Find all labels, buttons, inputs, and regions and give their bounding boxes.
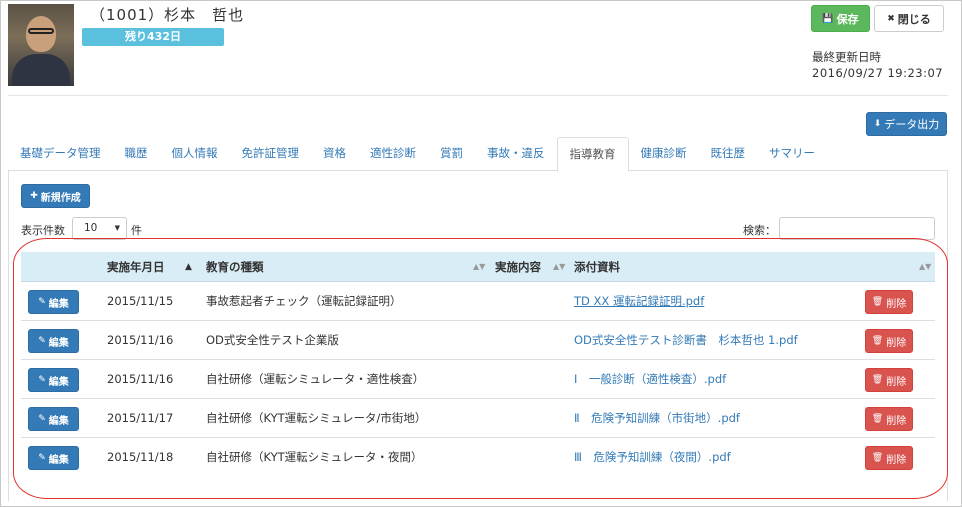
edit-button[interactable]: ✎ 編集 bbox=[28, 407, 79, 431]
attachment-link[interactable]: Ⅱ 危険予知訓練（市街地）.pdf bbox=[574, 399, 740, 438]
close-label: 閉じる bbox=[897, 12, 931, 26]
page-length-value: 10 bbox=[84, 222, 98, 234]
save-label: 保存 bbox=[836, 12, 859, 26]
tab-health-checkup[interactable]: 健康診断 bbox=[629, 137, 699, 170]
tab-accidents[interactable]: 事故・違反 bbox=[475, 137, 557, 170]
table-header: 実施年月日 ▲ 教育の種類 ▲▼ 実施内容 ▲▼ 添付資料 ▲▼ bbox=[21, 252, 935, 282]
row-type: 自社研修（KYT運転シミュレータ/市街地） bbox=[206, 411, 427, 425]
close-icon: ✖ bbox=[887, 13, 895, 24]
delete-label: 削除 bbox=[886, 337, 907, 349]
last-updated-label: 最終更新日時 bbox=[812, 50, 881, 64]
education-table: 実施年月日 ▲ 教育の種類 ▲▼ 実施内容 ▲▼ 添付資料 ▲▼ ✎ 編集 201… bbox=[21, 252, 935, 477]
attachment-link[interactable]: OD式安全性テスト診断書 杉本哲也 1.pdf bbox=[574, 321, 798, 360]
save-button[interactable]: 💾 保存 bbox=[811, 5, 870, 32]
row-date: 2015/11/18 bbox=[107, 450, 174, 464]
employee-name: （1001）杉本 哲也 bbox=[90, 6, 245, 24]
tab-bar: 基礎データ管理 職歴 個人情報 免許証管理 資格 適性診断 賞罰 事故・違反 指… bbox=[8, 137, 948, 172]
sort-asc-icon[interactable]: ▲ bbox=[185, 252, 192, 282]
edit-button[interactable]: ✎ 編集 bbox=[28, 329, 79, 353]
divider bbox=[8, 95, 948, 96]
tab-work-history[interactable]: 職歴 bbox=[113, 137, 160, 170]
new-label: 新規作成 bbox=[40, 192, 81, 204]
table-row: ✎ 編集 2015/11/18 自社研修（KYT運転シミュレータ・夜間） Ⅲ 危険… bbox=[21, 438, 935, 477]
attachment-link[interactable]: Ⅲ 危険予知訓練（夜間）.pdf bbox=[574, 438, 731, 477]
trash-icon: 🗑 bbox=[871, 336, 884, 346]
close-button[interactable]: ✖ 閉じる bbox=[874, 5, 944, 32]
save-icon: 💾 bbox=[822, 13, 834, 24]
tab-medical-history[interactable]: 既往歴 bbox=[699, 137, 758, 170]
tab-aptitude[interactable]: 適性診断 bbox=[358, 137, 428, 170]
trash-icon: 🗑 bbox=[871, 375, 884, 385]
edit-label: 編集 bbox=[48, 454, 69, 466]
attachment-link[interactable]: TD XX 運転記録証明.pdf bbox=[574, 282, 704, 321]
edit-button[interactable]: ✎ 編集 bbox=[28, 290, 79, 314]
table-row: ✎ 編集 2015/11/17 自社研修（KYT運転シミュレータ/市街地） Ⅱ 危… bbox=[21, 399, 935, 438]
delete-label: 削除 bbox=[886, 298, 907, 310]
trash-icon: 🗑 bbox=[871, 414, 884, 424]
sort-icon[interactable]: ▲▼ bbox=[473, 252, 485, 282]
row-type: 自社研修（運転シミュレータ・適性検査） bbox=[206, 372, 425, 386]
row-date: 2015/11/15 bbox=[107, 294, 174, 308]
tab-personal-info[interactable]: 個人情報 bbox=[160, 137, 230, 170]
row-type: 自社研修（KYT運転シミュレータ・夜間） bbox=[206, 450, 423, 464]
table-row: ✎ 編集 2015/11/15 事故惹起者チェック（運転記録証明） TD XX 運… bbox=[21, 282, 935, 321]
sort-icon[interactable]: ▲▼ bbox=[919, 252, 931, 282]
edit-label: 編集 bbox=[48, 298, 69, 310]
plus-icon: ✚ bbox=[30, 191, 38, 201]
delete-label: 削除 bbox=[886, 376, 907, 388]
edit-label: 編集 bbox=[48, 376, 69, 388]
delete-button[interactable]: 🗑 削除 bbox=[865, 368, 913, 392]
export-button[interactable]: ⬇ データ出力 bbox=[866, 112, 947, 136]
edit-icon: ✎ bbox=[38, 453, 46, 463]
delete-button[interactable]: 🗑 削除 bbox=[865, 329, 913, 353]
tab-qualifications[interactable]: 資格 bbox=[311, 137, 358, 170]
col-date[interactable]: 実施年月日 bbox=[107, 252, 165, 282]
search-label: 検索： bbox=[743, 224, 776, 237]
page-length-unit: 件 bbox=[131, 224, 142, 237]
tab-guidance-education[interactable]: 指導教育 bbox=[556, 137, 629, 172]
col-type[interactable]: 教育の種類 bbox=[206, 252, 264, 282]
edit-label: 編集 bbox=[48, 415, 69, 427]
last-updated-value: 2016/09/27 19:23:07 bbox=[812, 66, 944, 80]
page-length-select[interactable]: 10 ▼ bbox=[72, 217, 127, 240]
tab-license[interactable]: 免許証管理 bbox=[230, 137, 312, 170]
export-label: データ出力 bbox=[884, 118, 940, 131]
row-date: 2015/11/17 bbox=[107, 411, 174, 425]
new-button[interactable]: ✚ 新規作成 bbox=[21, 184, 90, 208]
col-content[interactable]: 実施内容 bbox=[495, 252, 541, 282]
row-type: 事故惹起者チェック（運転記録証明） bbox=[206, 294, 402, 308]
delete-button[interactable]: 🗑 削除 bbox=[865, 290, 913, 314]
attachment-link[interactable]: Ⅰ 一般診断（適性検査）.pdf bbox=[574, 360, 726, 399]
sort-icon[interactable]: ▲▼ bbox=[553, 252, 565, 282]
table-row: ✎ 編集 2015/11/16 OD式安全性テスト企業版 OD式安全性テスト診断書… bbox=[21, 321, 935, 360]
edit-icon: ✎ bbox=[38, 375, 46, 385]
edit-button[interactable]: ✎ 編集 bbox=[28, 446, 79, 470]
delete-label: 削除 bbox=[886, 415, 907, 427]
caret-down-icon: ▼ bbox=[114, 224, 120, 232]
delete-label: 削除 bbox=[886, 454, 907, 466]
tab-summary[interactable]: サマリー bbox=[757, 137, 827, 170]
delete-button[interactable]: 🗑 削除 bbox=[865, 407, 913, 431]
tab-rewards-penalties[interactable]: 賞罰 bbox=[428, 137, 475, 170]
tab-basic-data[interactable]: 基礎データ管理 bbox=[8, 137, 113, 170]
row-date: 2015/11/16 bbox=[107, 333, 174, 347]
row-type: OD式安全性テスト企業版 bbox=[206, 333, 339, 347]
page-length-label: 表示件数 bbox=[21, 224, 65, 237]
download-icon: ⬇ bbox=[873, 119, 882, 129]
col-attachment[interactable]: 添付資料 bbox=[574, 252, 620, 282]
table-row: ✎ 編集 2015/11/16 自社研修（運転シミュレータ・適性検査） Ⅰ 一般診… bbox=[21, 360, 935, 399]
trash-icon: 🗑 bbox=[871, 453, 884, 463]
trash-icon: 🗑 bbox=[871, 297, 884, 307]
edit-button[interactable]: ✎ 編集 bbox=[28, 368, 79, 392]
avatar bbox=[8, 4, 74, 86]
remaining-days-badge: 残り432日 bbox=[82, 28, 224, 46]
search-input[interactable] bbox=[779, 217, 935, 240]
row-date: 2015/11/16 bbox=[107, 372, 174, 386]
edit-label: 編集 bbox=[48, 337, 69, 349]
delete-button[interactable]: 🗑 削除 bbox=[865, 446, 913, 470]
edit-icon: ✎ bbox=[38, 336, 46, 346]
edit-icon: ✎ bbox=[38, 414, 46, 424]
edit-icon: ✎ bbox=[38, 297, 46, 307]
